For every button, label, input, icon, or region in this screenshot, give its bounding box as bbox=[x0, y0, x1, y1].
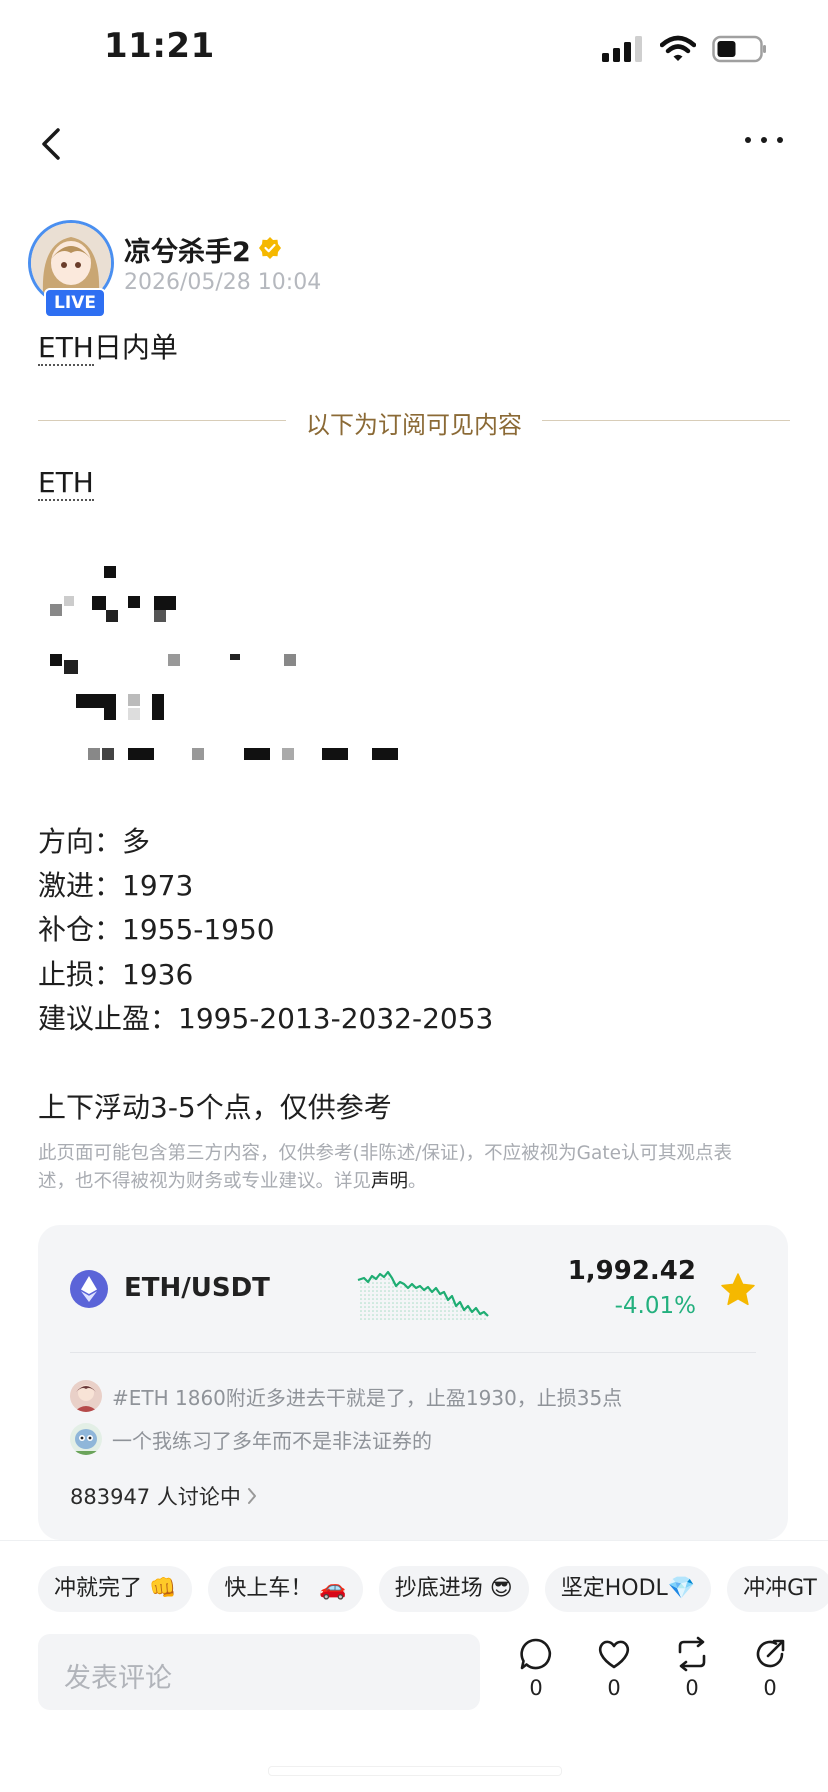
disclaimer: 此页面可能包含第三方内容，仅供参考(非陈述/保证)，不应被视为Gate认可其观点… bbox=[38, 1143, 732, 1192]
direction-line: 方向：多 bbox=[38, 825, 151, 858]
comment-preview-1[interactable]: #ETH 1860附近多进去干就是了，止盈1930，止损35点 bbox=[70, 1380, 622, 1412]
signal-icon bbox=[602, 36, 642, 62]
comment-text: 一个我练习了多年而不是非法证券的 bbox=[112, 1428, 432, 1453]
entry-line: 激进：1973 bbox=[38, 869, 194, 902]
card-separator bbox=[70, 1352, 756, 1353]
quick-reply-chips: 冲就完了 👊 快上车！ 🚗 抄底进场 😎 坚定HODL💎 冲冲GT bbox=[38, 1566, 828, 1612]
favorite-star-icon[interactable] bbox=[720, 1272, 756, 1308]
repost-button[interactable]: 0 bbox=[662, 1636, 722, 1700]
title-suffix: 日内单 bbox=[93, 331, 178, 364]
chevron-right-icon bbox=[248, 1488, 256, 1504]
quick-reply-chip[interactable]: 坚定HODL💎 bbox=[544, 1566, 712, 1612]
quick-reply-chip[interactable]: 快上车！ 🚗 bbox=[208, 1566, 363, 1612]
share-button[interactable]: 0 bbox=[740, 1636, 800, 1700]
discussion-count[interactable]: 883947 人讨论中 bbox=[70, 1481, 241, 1511]
post-timestamp: 2026/05/28 10:04 bbox=[124, 270, 322, 295]
heart-icon bbox=[598, 1640, 630, 1669]
note-line: 上下浮动3-5个点，仅供参考 bbox=[38, 1091, 392, 1124]
quick-reply-chip[interactable]: 抄底进场 😎 bbox=[378, 1566, 529, 1612]
last-price: 1,992.42 bbox=[567, 1256, 696, 1286]
comment-text: #ETH 1860附近多进去干就是了，止盈1930，止损35点 bbox=[112, 1385, 623, 1410]
disclaimer-link[interactable]: 声明 bbox=[371, 1171, 408, 1192]
live-badge: LIVE bbox=[44, 288, 106, 318]
divider-line-right bbox=[542, 420, 790, 421]
author-name[interactable]: 凉兮杀手2 bbox=[124, 230, 251, 269]
commenter-avatar bbox=[70, 1423, 102, 1455]
pixelated-image bbox=[50, 566, 398, 760]
post-title: ETH日内单 bbox=[38, 326, 178, 366]
comment-placeholder: 发表评论 bbox=[64, 1663, 172, 1694]
quick-reply-chip[interactable]: 冲就完了 👊 bbox=[38, 1566, 193, 1612]
price-sparkline bbox=[357, 1270, 489, 1322]
comment-preview-2[interactable]: 一个我练习了多年而不是非法证券的 bbox=[70, 1423, 432, 1455]
status-time: 11:21 bbox=[104, 26, 215, 66]
bottom-bar-border bbox=[0, 1540, 828, 1541]
status-icons bbox=[600, 34, 768, 64]
wifi-icon bbox=[660, 35, 696, 61]
stop-loss-line: 止损：1936 bbox=[38, 958, 194, 991]
share-icon bbox=[756, 1639, 785, 1668]
repost-count: 0 bbox=[685, 1676, 699, 1700]
subscriber-divider-label: 以下为订阅可见内容 bbox=[306, 411, 522, 439]
add-position-line: 补仓：1955-1950 bbox=[38, 913, 275, 946]
like-count: 0 bbox=[607, 1676, 621, 1700]
back-icon[interactable] bbox=[36, 124, 66, 164]
like-button[interactable]: 0 bbox=[584, 1636, 644, 1700]
author-avatar[interactable]: LIVE bbox=[28, 220, 118, 318]
battery-icon bbox=[712, 35, 766, 63]
eth-coin-icon bbox=[70, 1270, 108, 1308]
quick-reply-chip[interactable]: 冲冲GT bbox=[727, 1566, 828, 1612]
comment-count: 0 bbox=[529, 1676, 543, 1700]
ticker-link[interactable]: ETH bbox=[38, 466, 94, 501]
commenter-avatar bbox=[70, 1380, 102, 1412]
trading-pair: ETH/USDT bbox=[124, 1273, 270, 1303]
comment-icon bbox=[520, 1638, 552, 1670]
repost-icon bbox=[678, 1636, 706, 1672]
more-icon[interactable] bbox=[744, 130, 784, 150]
title-ticker-link[interactable]: ETH bbox=[38, 331, 94, 366]
home-indicator bbox=[268, 1766, 562, 1776]
verified-badge-icon bbox=[259, 237, 281, 259]
price-change: -4.01% bbox=[614, 1293, 696, 1319]
take-profit-line: 建议止盈：1995-2013-2032-2053 bbox=[38, 1002, 494, 1035]
share-count: 0 bbox=[763, 1676, 777, 1700]
comment-button[interactable]: 0 bbox=[506, 1636, 566, 1700]
